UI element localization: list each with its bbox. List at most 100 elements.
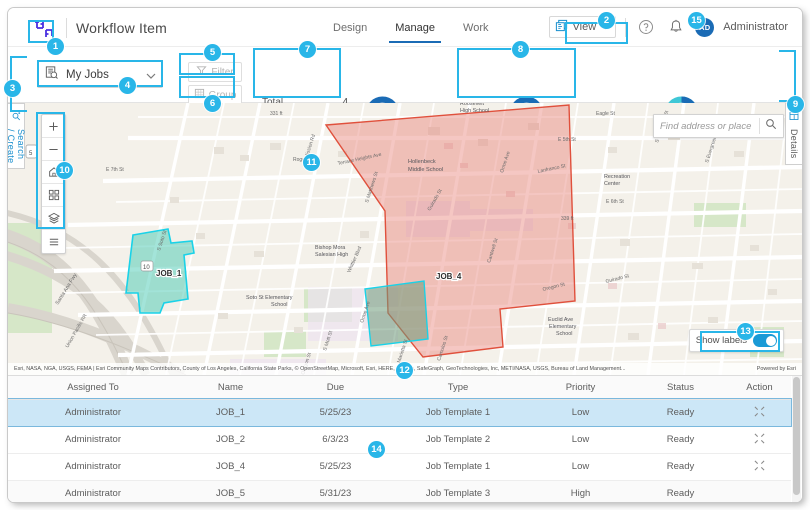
svg-text:School: School	[556, 331, 572, 337]
column-priority[interactable]: Priority	[528, 376, 633, 399]
user-name[interactable]: Administrator	[723, 21, 788, 33]
zoom-out-button[interactable]	[42, 138, 65, 161]
zoom-in-button[interactable]	[42, 115, 65, 138]
filter-button-label: Filter	[211, 67, 233, 78]
cell-name: JOB_2	[178, 426, 283, 453]
switch-knob	[766, 336, 776, 346]
job-polygon-inner-selection	[365, 281, 428, 346]
map-controls[interactable]	[41, 114, 66, 254]
cell-type: Job Template 2	[388, 426, 528, 453]
layers-icon[interactable]	[42, 207, 65, 230]
attribution-text: Esri, NASA, NGA, USGS, FEMA | Esri Commu…	[14, 366, 625, 372]
callout-3: 3	[4, 80, 21, 97]
cell-priority: Low	[528, 453, 633, 480]
svg-text:Center: Center	[604, 181, 620, 187]
table-scrollbar[interactable]	[792, 376, 801, 502]
cell-action[interactable]	[728, 453, 791, 480]
search-input-placeholder[interactable]: Find address or place	[660, 121, 759, 132]
table-row[interactable]: Administrator JOB_1 5/25/23 Job Template…	[8, 399, 791, 426]
cell-type: Job Template 1	[388, 399, 528, 426]
view-layers-icon	[555, 19, 568, 35]
map-search[interactable]: Find address or place	[653, 114, 784, 138]
workflow-manager-logo-icon[interactable]	[31, 17, 58, 40]
callout-5: 5	[204, 44, 221, 61]
view-dropdown-label: View	[573, 21, 597, 33]
app-root: Workflow Item Design Manage Work View	[0, 0, 810, 510]
svg-text:High School: High School	[460, 108, 489, 114]
jobs-toolbar: My Jobs Filter	[8, 47, 802, 103]
svg-text:Recreation: Recreation	[604, 174, 630, 180]
expand-icon[interactable]	[754, 460, 765, 471]
svg-text:Salesian High: Salesian High	[315, 252, 348, 258]
app-header: Workflow Item Design Manage Work View	[8, 8, 802, 47]
job-list-icon	[44, 65, 59, 85]
callout-15: 15	[688, 12, 705, 29]
tab-manage[interactable]: Manage	[395, 22, 435, 43]
header-action-divider	[625, 18, 626, 37]
job4-map-label-fg: JOB_4	[436, 272, 462, 281]
funnel-icon	[196, 65, 207, 79]
cell-status: Ready	[633, 426, 728, 453]
cell-action[interactable]	[728, 480, 791, 502]
job-view-select[interactable]: My Jobs	[37, 61, 163, 88]
search-plus-icon	[12, 108, 21, 126]
scrollbar-thumb[interactable]	[793, 377, 800, 495]
svg-text:E 7th St: E 7th St	[106, 167, 124, 173]
notification-bell-icon[interactable]	[665, 17, 686, 38]
cell-status: Ready	[633, 480, 728, 502]
table-row[interactable]: Administrator JOB_4 5/25/23 Job Template…	[8, 453, 791, 480]
basemap-gallery-icon[interactable]	[42, 184, 65, 207]
column-due[interactable]: Due	[283, 376, 388, 399]
map-view[interactable]: 331 ft 339 ft Roosevelt High School Recr…	[8, 103, 802, 375]
sidebar-tab-search-create-label: Search / Create	[8, 129, 26, 164]
cell-action[interactable]	[728, 426, 791, 453]
callout-13: 13	[737, 323, 754, 340]
tab-design[interactable]: Design	[333, 22, 367, 43]
cell-priority: Low	[528, 426, 633, 453]
sidebar-tab-search-create[interactable]: Search / Create	[8, 103, 25, 169]
callout-10: 10	[56, 162, 73, 179]
callout-7: 7	[299, 41, 316, 58]
svg-text:Bishop Mora: Bishop Mora	[315, 245, 345, 251]
cell-action[interactable]	[728, 399, 791, 426]
cell-due: 5/25/23	[283, 399, 388, 426]
callout-2: 2	[598, 12, 615, 29]
callout-4: 4	[119, 77, 136, 94]
svg-text:Soto St Elementary: Soto St Elementary	[246, 295, 293, 301]
expand-icon[interactable]	[754, 433, 765, 444]
cell-assigned-to: Administrator	[8, 480, 178, 502]
svg-text:Elementary: Elementary	[549, 324, 577, 330]
table-row[interactable]: Administrator JOB_5 5/31/23 Job Template…	[8, 480, 791, 502]
column-type[interactable]: Type	[388, 376, 528, 399]
cell-status: Ready	[633, 399, 728, 426]
cell-name: JOB_1	[178, 399, 283, 426]
table-row[interactable]: Administrator JOB_2 6/3/23 Job Template …	[8, 426, 791, 453]
svg-text:Eagle St: Eagle St	[596, 111, 616, 117]
callout-9: 9	[787, 96, 804, 113]
column-assigned-to[interactable]: Assigned To	[8, 376, 178, 399]
main-nav: Design Manage Work	[333, 22, 488, 43]
jobs-table-panel: Assigned To Name Due Type Priority Statu…	[8, 375, 802, 502]
cell-assigned-to: Administrator	[8, 453, 178, 480]
callout-6: 6	[204, 95, 221, 112]
svg-text:339 ft: 339 ft	[561, 216, 574, 222]
grid-icon	[194, 88, 205, 102]
map-canvas: 331 ft 339 ft Roosevelt High School Recr…	[8, 103, 802, 375]
filter-button[interactable]: Filter	[188, 62, 242, 82]
callout-12: 12	[396, 362, 413, 379]
show-labels-switch[interactable]	[753, 334, 777, 347]
column-name[interactable]: Name	[178, 376, 283, 399]
help-icon[interactable]	[635, 17, 656, 38]
cell-type: Job Template 1	[388, 453, 528, 480]
column-status[interactable]: Status	[633, 376, 728, 399]
svg-text:331 ft: 331 ft	[270, 111, 283, 117]
svg-text:Roosevelt: Roosevelt	[460, 103, 484, 107]
tab-work[interactable]: Work	[463, 22, 488, 43]
cell-due: 5/31/23	[283, 480, 388, 502]
legend-list-icon[interactable]	[42, 230, 65, 253]
callout-8: 8	[512, 41, 529, 58]
svg-text:E 6th St: E 6th St	[606, 199, 624, 205]
expand-icon[interactable]	[754, 406, 765, 417]
magnifier-icon[interactable]	[765, 117, 777, 135]
column-action[interactable]: Action	[728, 376, 791, 399]
